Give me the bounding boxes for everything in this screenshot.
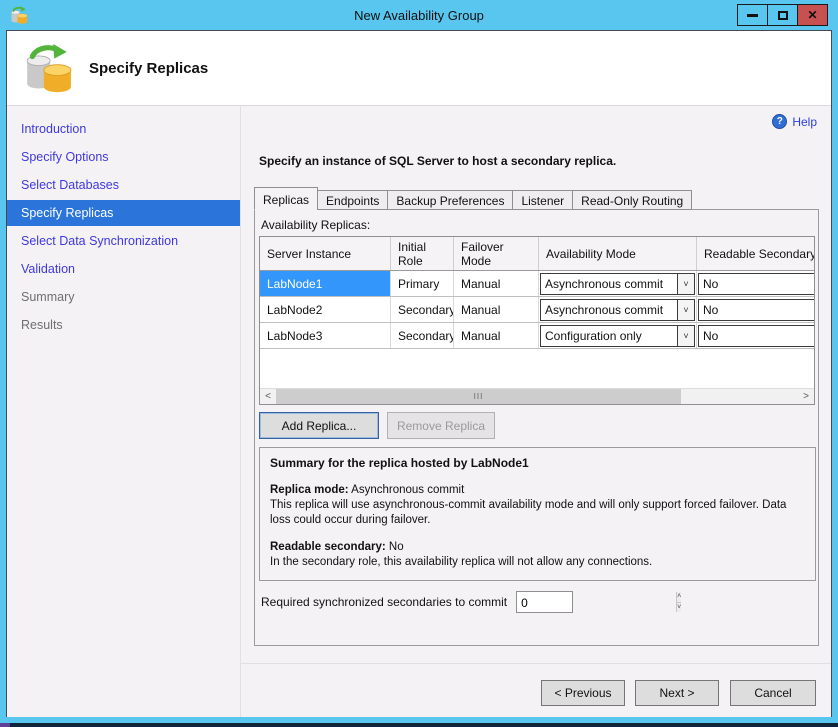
scrollbar-thumb[interactable]: III: [276, 389, 681, 404]
sidebar-item-specify-replicas[interactable]: Specify Replicas: [7, 200, 240, 226]
scrollbar-track[interactable]: [681, 389, 798, 404]
horizontal-scrollbar: < III >: [260, 388, 814, 404]
replica-databases-icon: [23, 43, 73, 93]
cell-server-instance[interactable]: LabNode2: [260, 297, 391, 322]
required-secondaries-row: Required synchronized secondaries to com…: [261, 591, 573, 613]
column-header-initial-role: Initial Role: [391, 237, 454, 270]
window-controls: ✕: [738, 4, 828, 26]
availability-mode-dropdown[interactable]: Asynchronous commit ˅: [540, 273, 695, 295]
minimize-icon: [747, 14, 758, 17]
help-icon: ?: [772, 114, 787, 129]
replica-summary-box: Summary for the replica hosted by LabNod…: [259, 447, 816, 581]
cell-failover-mode: Manual: [454, 271, 539, 296]
chevron-down-icon: ˅: [677, 300, 694, 320]
summary-title: Summary for the replica hosted by LabNod…: [270, 456, 805, 471]
add-replica-button[interactable]: Add Replica...: [259, 412, 379, 439]
tabstrip: Replicas Endpoints Backup Preferences Li…: [254, 187, 691, 210]
summary-readable-secondary: Readable secondary: No In the secondary …: [270, 540, 805, 570]
sidebar-item-validation[interactable]: Validation: [7, 256, 240, 282]
replicas-tab-panel: Availability Replicas: Server Instance I…: [254, 209, 819, 646]
cell-failover-mode: Manual: [454, 297, 539, 322]
cell-initial-role: Secondary: [391, 297, 454, 322]
window-title: New Availability Group: [6, 8, 832, 23]
grid-header-row: Server Instance Initial Role Failover Mo…: [260, 237, 814, 271]
availability-mode-dropdown[interactable]: Configuration only ˅: [540, 325, 695, 347]
column-header-server-instance: Server Instance: [260, 237, 391, 270]
spinner-buttons: ˄ ˅: [676, 592, 681, 612]
readable-secondary-dropdown[interactable]: No: [698, 299, 814, 321]
footer-buttons: < Previous Next > Cancel: [531, 680, 816, 706]
new-availability-group-window: New Availability Group ✕ Specify Replica…: [0, 0, 838, 723]
cell-server-instance[interactable]: LabNode1: [260, 271, 391, 296]
required-secondaries-spinner: ˄ ˅: [516, 591, 573, 613]
table-row-labnode3: LabNode3 Secondary Manual Configuration …: [260, 323, 814, 349]
next-button[interactable]: Next >: [635, 680, 719, 706]
availability-mode-dropdown[interactable]: Asynchronous commit ˅: [540, 299, 695, 321]
wizard-content: ? Help Specify an instance of SQL Server…: [241, 106, 831, 717]
table-row-labnode2: LabNode2 Secondary Manual Asynchronous c…: [260, 297, 814, 323]
titlebar: New Availability Group ✕: [6, 0, 832, 30]
sidebar-item-summary: Summary: [7, 284, 240, 310]
sidebar-item-select-databases[interactable]: Select Databases: [7, 172, 240, 198]
close-icon: ✕: [807, 9, 817, 21]
readable-secondary-dropdown[interactable]: No: [698, 325, 814, 347]
sidebar-item-select-data-synchronization[interactable]: Select Data Synchronization: [7, 228, 240, 254]
maximize-icon: [778, 11, 788, 20]
tab-endpoints[interactable]: Endpoints: [317, 190, 388, 210]
required-secondaries-input[interactable]: [517, 592, 676, 612]
scroll-right-button[interactable]: >: [798, 389, 814, 404]
cell-initial-role: Primary: [391, 271, 454, 296]
cell-readable-secondary: No: [697, 323, 814, 348]
help-link[interactable]: ? Help: [772, 114, 817, 129]
summary-readable-desc: In the secondary role, this availability…: [270, 556, 652, 568]
sidebar-item-introduction[interactable]: Introduction: [7, 116, 240, 142]
sidebar-item-results: Results: [7, 312, 240, 338]
spinner-up-button[interactable]: ˄: [677, 592, 681, 603]
column-header-failover-mode: Failover Mode: [454, 237, 539, 270]
table-row-labnode1: LabNode1 Primary Manual Asynchronous com…: [260, 271, 814, 297]
column-header-availability-mode: Availability Mode: [539, 237, 697, 270]
readable-secondary-dropdown[interactable]: No: [698, 273, 814, 295]
cell-readable-secondary: No: [697, 297, 814, 322]
remove-replica-button: Remove Replica: [387, 412, 495, 439]
column-header-readable-secondary: Readable Secondary: [697, 237, 814, 270]
desktop-background: New Availability Group ✕ Specify Replica…: [0, 0, 838, 727]
tab-replicas[interactable]: Replicas: [254, 187, 318, 210]
cell-readable-secondary: No: [697, 271, 814, 296]
maximize-button[interactable]: [767, 4, 798, 26]
cell-availability-mode: Asynchronous commit ˅: [539, 271, 697, 296]
previous-button[interactable]: < Previous: [541, 680, 625, 706]
instruction-text: Specify an instance of SQL Server to hos…: [259, 154, 616, 168]
wizard-header: Specify Replicas: [7, 31, 831, 106]
close-button[interactable]: ✕: [797, 4, 828, 26]
window-body: Specify Replicas Introduction Specify Op…: [6, 30, 832, 717]
cell-availability-mode: Asynchronous commit ˅: [539, 297, 697, 322]
cell-server-instance[interactable]: LabNode3: [260, 323, 391, 348]
scroll-left-button[interactable]: <: [260, 389, 276, 404]
wizard-main: Introduction Specify Options Select Data…: [7, 106, 831, 717]
sidebar-item-specify-options[interactable]: Specify Options: [7, 144, 240, 170]
cell-availability-mode: Configuration only ˅: [539, 323, 697, 348]
chevron-down-icon: ˅: [677, 326, 694, 346]
cell-initial-role: Secondary: [391, 323, 454, 348]
summary-replica-mode: Replica mode: Asynchronous commit This r…: [270, 483, 805, 528]
replicas-grid: Server Instance Initial Role Failover Mo…: [259, 236, 815, 405]
availability-replicas-label: Availability Replicas:: [261, 218, 370, 232]
page-title: Specify Replicas: [89, 60, 208, 77]
minimize-button[interactable]: [737, 4, 768, 26]
summary-replica-mode-desc: This replica will use asynchronous-commi…: [270, 499, 786, 526]
spinner-down-button[interactable]: ˅: [677, 603, 681, 613]
wizard-steps-sidebar: Introduction Specify Options Select Data…: [7, 106, 241, 717]
scrollbar-grip-icon: III: [474, 392, 484, 401]
tab-backup-preferences[interactable]: Backup Preferences: [387, 190, 513, 210]
required-secondaries-label: Required synchronized secondaries to com…: [261, 595, 507, 609]
chevron-down-icon: ˅: [677, 274, 694, 294]
tab-read-only-routing[interactable]: Read-Only Routing: [572, 190, 692, 210]
help-label: Help: [792, 115, 817, 129]
cell-failover-mode: Manual: [454, 323, 539, 348]
tab-listener[interactable]: Listener: [512, 190, 573, 210]
footer-divider: [241, 663, 831, 664]
grid-empty-area: [260, 349, 814, 388]
cancel-button[interactable]: Cancel: [730, 680, 816, 706]
